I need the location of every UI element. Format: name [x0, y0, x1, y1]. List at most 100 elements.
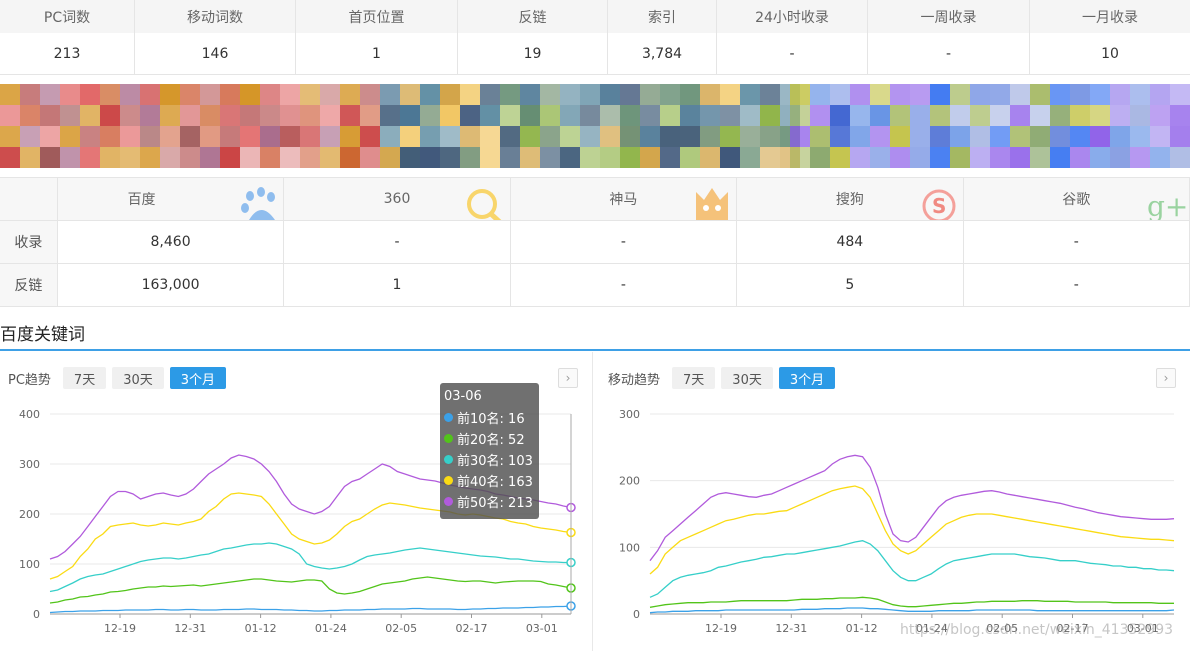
banner-tile	[340, 105, 360, 126]
banner-tile	[660, 147, 680, 168]
series-dot-icon	[444, 434, 453, 443]
banner-tile	[300, 126, 320, 147]
banner-tile	[890, 105, 910, 126]
x-tick-label: 01-24	[315, 622, 347, 635]
banner-tile	[20, 84, 40, 105]
banner-tile	[260, 126, 280, 147]
stats-header-cell: PC词数	[0, 0, 135, 33]
engine-name: 百度	[127, 192, 156, 208]
y-tick-label: 300	[619, 408, 640, 421]
x-tick-label: 02-05	[385, 622, 417, 635]
banner-tile	[40, 84, 60, 105]
banner-tile	[1030, 105, 1050, 126]
banner-tile	[890, 84, 910, 105]
pc-trend-label: PC趋势	[8, 372, 51, 388]
banner-tile	[580, 84, 600, 105]
tab-30-days[interactable]: 30天	[112, 367, 164, 389]
banner-tile	[560, 147, 580, 168]
banner-tile	[80, 147, 100, 168]
banner-tile	[120, 105, 140, 126]
google-plus-icon: g+	[1147, 190, 1188, 220]
banner-tile	[1050, 126, 1070, 147]
banner-tile	[280, 105, 300, 126]
x-tick-label: 02-17	[456, 622, 488, 635]
tab-3-months[interactable]: 3个月	[169, 367, 227, 389]
banner-tile	[890, 126, 910, 147]
banner-tile	[460, 147, 480, 168]
stats-header-cell: 反链	[458, 0, 608, 33]
banner-tile	[480, 105, 500, 126]
banner-tile	[120, 147, 140, 168]
banner-tile	[740, 105, 760, 126]
banner-tile	[1110, 126, 1130, 147]
banner-tile	[440, 84, 460, 105]
banner-tile	[620, 126, 640, 147]
banner-tile	[790, 126, 810, 147]
banner-tile	[220, 147, 240, 168]
banner-tile	[1170, 126, 1190, 147]
engine-header-row: 百度 360 神马 搜狗 S 谷歌 g+	[0, 178, 1190, 221]
banner-tile	[790, 147, 810, 168]
series-line-前10名	[49, 605, 572, 614]
banner-tile	[1130, 147, 1150, 168]
banner-tile	[1070, 147, 1090, 168]
banner-tile	[660, 126, 680, 147]
banner-tile	[400, 105, 420, 126]
engine-header-sogou: 搜狗 S	[737, 178, 964, 220]
tab-3-months[interactable]: 3个月	[778, 367, 836, 389]
banner-tile	[260, 84, 280, 105]
banner-tile	[280, 147, 300, 168]
banner-tile	[240, 105, 260, 126]
svg-text:g+: g+	[1147, 190, 1188, 220]
banner-tile	[20, 147, 40, 168]
series-line-前20名	[49, 576, 572, 604]
chevron-right-icon[interactable]: ›	[558, 368, 578, 388]
engine-cell: -	[511, 264, 738, 306]
tooltip-date: 03-06	[444, 389, 482, 404]
banner-tile	[620, 105, 640, 126]
banner-tile	[420, 126, 440, 147]
banner-tile	[1110, 105, 1130, 126]
chevron-right-icon[interactable]: ›	[1156, 368, 1176, 388]
banner-tile	[420, 84, 440, 105]
banner-tile	[1010, 147, 1030, 168]
banner-tile	[340, 84, 360, 105]
banner-tile	[810, 105, 830, 126]
banner-tile	[930, 84, 950, 105]
banner-tile	[830, 84, 850, 105]
banner-tile	[1150, 84, 1170, 105]
engine-cell: 1	[284, 264, 511, 306]
banner-tile	[870, 105, 890, 126]
engine-row-label: 收录	[0, 221, 58, 263]
banner-tile	[1070, 105, 1090, 126]
stats-value-cell: 213	[0, 33, 135, 74]
banner-tile	[1070, 84, 1090, 105]
banner-tile	[40, 105, 60, 126]
banner-tile	[520, 147, 540, 168]
engine-name: 谷歌	[1062, 192, 1091, 208]
tooltip-value: 前50名: 213	[457, 496, 533, 511]
banner-tile	[810, 126, 830, 147]
banner-tile	[380, 105, 400, 126]
banner-tile	[320, 147, 340, 168]
banner-tile	[830, 105, 850, 126]
banner-tile	[870, 147, 890, 168]
x-tick-label: 12-31	[775, 622, 807, 635]
banner-tile	[910, 147, 930, 168]
series-line-前30名	[49, 542, 571, 593]
banner-tile	[950, 105, 970, 126]
banner-tile	[480, 126, 500, 147]
banner-tile	[760, 105, 780, 126]
tab-7-days[interactable]: 7天	[62, 367, 107, 389]
banner-tile	[420, 147, 440, 168]
stats-value-cell: -	[868, 33, 1030, 74]
banner-tile	[970, 126, 990, 147]
engine-row-indexed: 收录 8,460 - - 484 -	[0, 221, 1190, 264]
tab-7-days[interactable]: 7天	[672, 367, 716, 389]
banner-tile	[740, 147, 760, 168]
tab-30-days[interactable]: 30天	[721, 367, 773, 389]
banner-tile	[340, 126, 360, 147]
banner-tile	[1130, 84, 1150, 105]
banner-tile	[160, 105, 180, 126]
banner-tile	[870, 84, 890, 105]
